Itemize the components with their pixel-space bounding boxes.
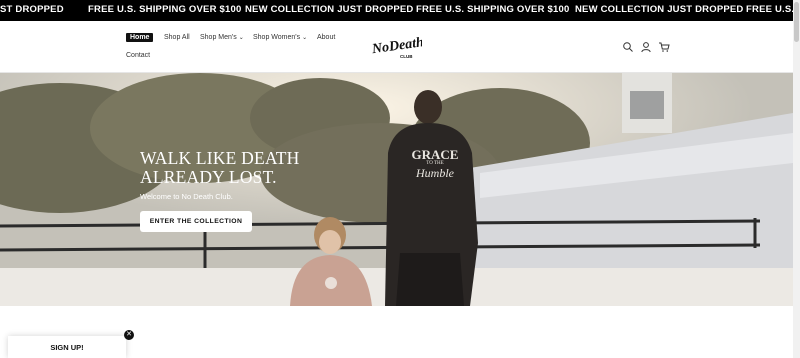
hero-image — [0, 73, 793, 306]
hoodie-print: GRACE TO THE Humble — [406, 148, 464, 179]
announcement-message: NEW COLLECTION JUST DROPPED — [575, 4, 744, 15]
page-scrollbar[interactable] — [793, 0, 800, 358]
hero-subtitle: Welcome to No Death Club. — [140, 192, 233, 201]
hero-banner: GRACE TO THE Humble WALK LIKE DEATH ALRE… — [0, 73, 793, 306]
hoodie-text: Humble — [416, 166, 454, 180]
cart-icon[interactable] — [658, 40, 670, 52]
hero-title-line: ALREADY LOST. — [140, 167, 277, 187]
nav-contact[interactable]: Contact — [126, 52, 150, 59]
signup-label: SIGN UP! — [50, 343, 84, 352]
chevron-down-icon: ⌄ — [302, 35, 308, 41]
site-logo[interactable]: NoDeath CLUB — [370, 33, 425, 61]
svg-text:NoDeath: NoDeath — [370, 35, 422, 57]
nav-shop-mens[interactable]: Shop Men's ⌄ — [200, 34, 244, 41]
site-header: Home Shop All Shop Men's ⌄ Shop Women's ⌄ … — [0, 21, 800, 73]
nav-shop-womens-label: Shop Women's — [253, 34, 301, 41]
enter-collection-button[interactable]: ENTER THE COLLECTION — [140, 211, 252, 232]
nav-home[interactable]: Home — [126, 33, 154, 42]
scrollbar-thumb[interactable] — [794, 2, 799, 42]
search-icon[interactable] — [622, 40, 634, 52]
announcement-message: FREE U.S. SHIPPING OVER $100 — [88, 4, 242, 15]
announcement-message: FREE U.S. S — [746, 4, 800, 15]
account-icon[interactable] — [640, 40, 652, 53]
chevron-down-icon: ⌄ — [238, 35, 244, 41]
svg-text:CLUB: CLUB — [400, 54, 413, 59]
announcement-message: ST DROPPED — [0, 4, 64, 15]
hoodie-text: GRACE — [411, 147, 459, 162]
announcement-message: NEW COLLECTION JUST DROPPED — [245, 4, 414, 15]
close-icon[interactable]: ✕ — [124, 330, 134, 340]
signup-popup[interactable]: SIGN UP! — [8, 336, 126, 358]
hero-title: WALK LIKE DEATH ALREADY LOST. — [140, 149, 360, 187]
nav-shop-mens-label: Shop Men's — [200, 34, 237, 41]
announcement-bar: ST DROPPED FREE U.S. SHIPPING OVER $100 … — [0, 0, 800, 21]
announcement-message: FREE U.S. SHIPPING OVER $100 — [416, 4, 570, 15]
nav-shop-womens[interactable]: Shop Women's ⌄ — [253, 34, 307, 41]
hero-title-line: WALK LIKE DEATH — [140, 148, 300, 168]
nav-shop-all[interactable]: Shop All — [164, 34, 190, 41]
nav-about[interactable]: About — [317, 34, 335, 41]
